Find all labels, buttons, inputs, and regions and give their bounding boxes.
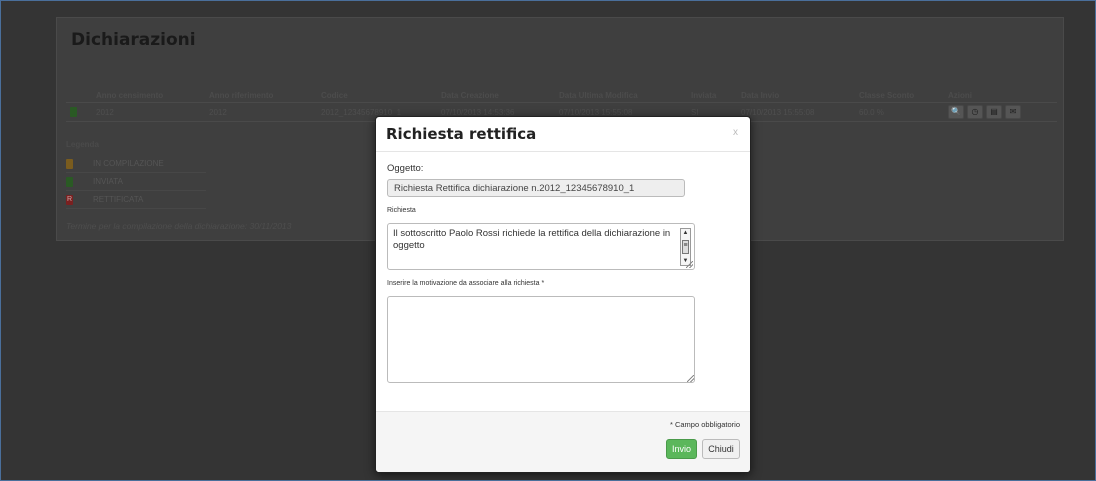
col-anno-riferimento: Anno riferimento [205,88,317,103]
legend-label: IN COMPILAZIONE [93,159,164,168]
required-note: * Campo obbligatorio [669,420,740,429]
legend-label: INVIATA [93,177,123,186]
table-header-row: Anno censimento Anno riferimento Codice … [66,88,1057,103]
modal-title: Richiesta rettifica [386,125,537,143]
legend-title: Legenda [66,140,99,149]
col-classe-sconto: Classe Sconto [855,88,944,103]
status-cell [66,102,92,122]
status-indicator-rettificata: R [66,194,73,205]
close-icon[interactable]: x [733,127,738,138]
status-indicator-in-compilazione [66,158,73,169]
legend: Legenda IN COMPILAZIONE INVIATA R RETTIF… [66,140,206,209]
actions-cell: 🔍 ◷ ▤ ✉ [944,102,1057,122]
clock-icon[interactable]: ◷ [967,105,983,119]
oggetto-field[interactable] [387,179,685,197]
data-invio-cell: 07/10/2013 15:55:08 [737,102,855,122]
scroll-thumb[interactable]: ≡ [682,240,689,254]
legend-item-inviata: INVIATA [66,173,206,191]
legend-item-rettificata: R RETTIFICATA [66,191,206,209]
col-anno-censimento: Anno censimento [92,88,205,103]
col-azioni: Azioni [944,88,1057,103]
anno-censimento-cell: 2012 [92,102,205,122]
richiesta-rettifica-modal: Richiesta rettifica x Oggetto: Richiesta… [375,116,751,473]
legend-label: RETTIFICATA [93,195,144,204]
close-button[interactable]: Chiudi [702,439,740,459]
status-indicator-inviata [66,176,73,187]
col-status [66,88,92,103]
col-data-creazione: Data Creazione [437,88,555,103]
resize-handle-icon[interactable] [686,261,693,268]
col-data-invio: Data Invio [737,88,855,103]
search-icon[interactable]: 🔍 [948,105,964,119]
col-inviata: Inviata [687,88,737,103]
legend-item-in-compilazione: IN COMPILAZIONE [66,155,206,173]
scroll-up-icon[interactable]: ▲ [681,229,690,237]
motivazione-label: Inserire la motivazione da associare all… [387,280,545,287]
envelope-icon[interactable]: ✉ [1005,105,1021,119]
richiesta-text: Il sottoscritto Paolo Rossi richiede la … [393,228,671,251]
resize-handle-icon[interactable] [687,375,694,382]
page-title: Dichiarazioni [71,30,196,50]
modal-footer: * Campo obbligatorio Invio Chiudi [376,411,750,472]
col-codice: Codice [317,88,437,103]
col-data-ultima-modifica: Data Ultima Modifica [555,88,687,103]
richiesta-label: Richiesta [387,207,416,214]
richiesta-textarea[interactable]: Il sottoscritto Paolo Rossi richiede la … [387,223,695,270]
motivazione-textarea[interactable] [387,296,695,383]
browser-viewport: Dichiarazioni Anno censimento Anno rifer… [0,0,1096,481]
modal-header: Richiesta rettifica x [376,117,750,152]
send-button[interactable]: Invio [666,439,697,459]
document-icon[interactable]: ▤ [986,105,1002,119]
deadline-note: Termine per la compilazione della dichia… [66,221,292,231]
anno-riferimento-cell: 2012 [205,102,317,122]
classe-sconto-cell: 60.0 % [855,102,944,122]
row-actions: 🔍 ◷ ▤ ✉ [948,105,1053,119]
oggetto-label: Oggetto: [387,163,424,174]
status-indicator-inviata [70,107,77,117]
